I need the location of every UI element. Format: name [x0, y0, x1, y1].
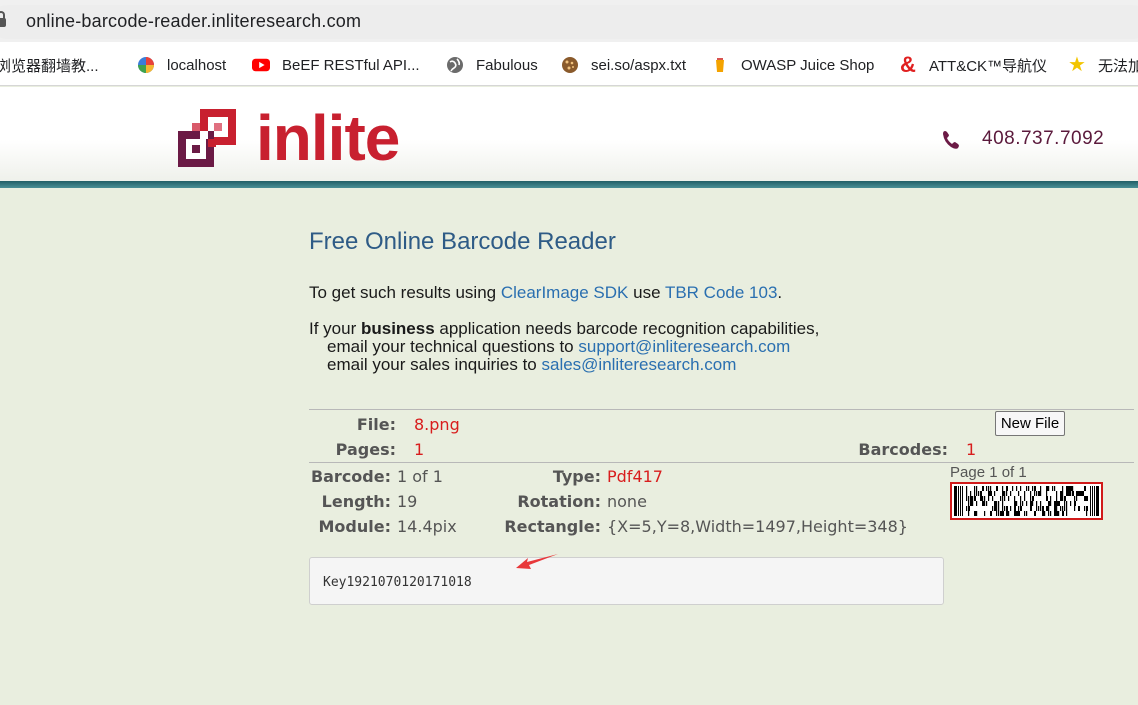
rectangle-value: {X=5,Y=8,Width=1497,Height=348} — [607, 517, 908, 536]
business-prefix: If your — [309, 319, 361, 338]
page-title: Free Online Barcode Reader — [309, 228, 616, 255]
sales-prefix: email your sales inquiries to — [327, 355, 542, 374]
business-text: If your business application needs barco… — [309, 320, 819, 338]
juice-icon — [711, 56, 729, 74]
type-label: Type: — [552, 467, 601, 486]
pdf417-barcode-image — [954, 486, 1099, 516]
pages-value: 1 — [414, 440, 425, 459]
globe-icon — [446, 56, 464, 74]
annotation-arrow-icon — [516, 554, 558, 569]
new-file-button[interactable]: New File — [995, 411, 1065, 436]
intro-prefix: To get such results using — [309, 283, 501, 302]
barcode-thumbnail[interactable] — [950, 482, 1103, 520]
rotation-label: Rotation: — [517, 492, 601, 511]
phone-icon — [940, 129, 962, 151]
bookmark-label: sei.so/aspx.txt — [591, 56, 687, 74]
inlite-logo-icon[interactable] — [178, 109, 236, 167]
bookmark-item-juice-shop[interactable]: OWASP Juice Shop — [711, 54, 874, 76]
phone-number[interactable]: 408.737.7092 — [982, 128, 1104, 150]
tech-prefix: email your technical questions to — [327, 337, 579, 356]
bookmark-item-7[interactable]: ★ 无法加 — [1068, 54, 1138, 76]
bookmark-label: 无法加 — [1098, 57, 1138, 75]
rotation-value: none — [607, 492, 647, 511]
business-suffix: application needs barcode recognition ca… — [434, 319, 820, 338]
divider — [309, 462, 1134, 463]
file-value: 8.png — [414, 415, 460, 434]
lock-icon[interactable] — [0, 11, 6, 29]
length-label: Length: — [321, 492, 391, 511]
header-divider — [0, 181, 1138, 188]
business-bold: business — [360, 319, 435, 338]
intro-mid: use — [628, 283, 665, 302]
sales-email-link[interactable]: sales@inliteresearch.com — [541, 355, 736, 374]
bookmark-item-fabulous[interactable]: Fabulous — [446, 54, 538, 76]
bookmark-label: OWASP Juice Shop — [741, 56, 875, 74]
intro-text: To get such results using ClearImage SDK… — [309, 284, 782, 302]
barcodes-label: Barcodes: — [858, 440, 948, 459]
sales-contact-text: email your sales inquiries to sales@inli… — [309, 356, 736, 374]
bookmark-item-sei[interactable]: sei.so/aspx.txt — [561, 54, 686, 76]
module-label: Module: — [318, 517, 392, 536]
decoded-result-box: Key1921070120171018 — [309, 557, 944, 605]
type-value: Pdf417 — [607, 467, 663, 486]
file-label: File: — [356, 415, 396, 434]
site-header — [0, 87, 1138, 183]
module-value: 14.4pix — [397, 517, 457, 536]
bookmark-label: Fabulous — [476, 56, 538, 74]
decoded-text[interactable]: Key1921070120171018 — [323, 575, 472, 590]
page-indicator: Page 1 of 1 — [950, 464, 1027, 481]
bookmark-item[interactable]: 浏览器翻墙教... — [0, 54, 99, 76]
pages-label: Pages: — [335, 440, 396, 459]
star-icon: ★ — [1068, 54, 1086, 76]
support-email-link[interactable]: support@inliteresearch.com — [578, 337, 790, 356]
inlite-logo-text[interactable]: inlite — [256, 102, 400, 174]
intro-suffix: . — [777, 283, 783, 302]
bookmark-label: BeEF RESTful API... — [282, 56, 420, 74]
tbr-code-link[interactable]: TBR Code 103 — [665, 283, 777, 302]
rectangle-label: Rectangle: — [504, 517, 601, 536]
length-value: 19 — [397, 492, 418, 511]
cookie-icon — [561, 56, 579, 74]
bookmark-label: ATT&CK™导航仪 — [929, 57, 1048, 75]
colorful-circle-icon — [137, 56, 155, 74]
barcode-value: 1 of 1 — [397, 467, 443, 486]
tech-contact-text: email your technical questions to suppor… — [309, 338, 790, 356]
bookmark-item-localhost[interactable]: localhost — [137, 54, 226, 76]
bookmark-label: localhost — [167, 56, 227, 74]
ampersand-icon: & — [900, 52, 916, 77]
divider — [309, 409, 1134, 410]
url-text[interactable]: online-barcode-reader.inliteresearch.com — [26, 11, 361, 32]
clearimage-sdk-link[interactable]: ClearImage SDK — [501, 283, 629, 302]
bookmark-label: 浏览器翻墙教... — [0, 57, 99, 75]
bookmarks-bar: 浏览器翻墙教... localhost BeEF RESTful API... … — [0, 42, 1138, 86]
barcode-label: Barcode: — [310, 467, 391, 486]
bookmark-item-beef[interactable]: BeEF RESTful API... — [252, 54, 420, 76]
youtube-icon — [252, 56, 270, 74]
browser-url-bar: online-barcode-reader.inliteresearch.com — [0, 0, 1138, 42]
bookmark-item-attck[interactable]: & ATT&CK™导航仪 — [899, 54, 1047, 76]
barcodes-value: 1 — [966, 440, 977, 459]
